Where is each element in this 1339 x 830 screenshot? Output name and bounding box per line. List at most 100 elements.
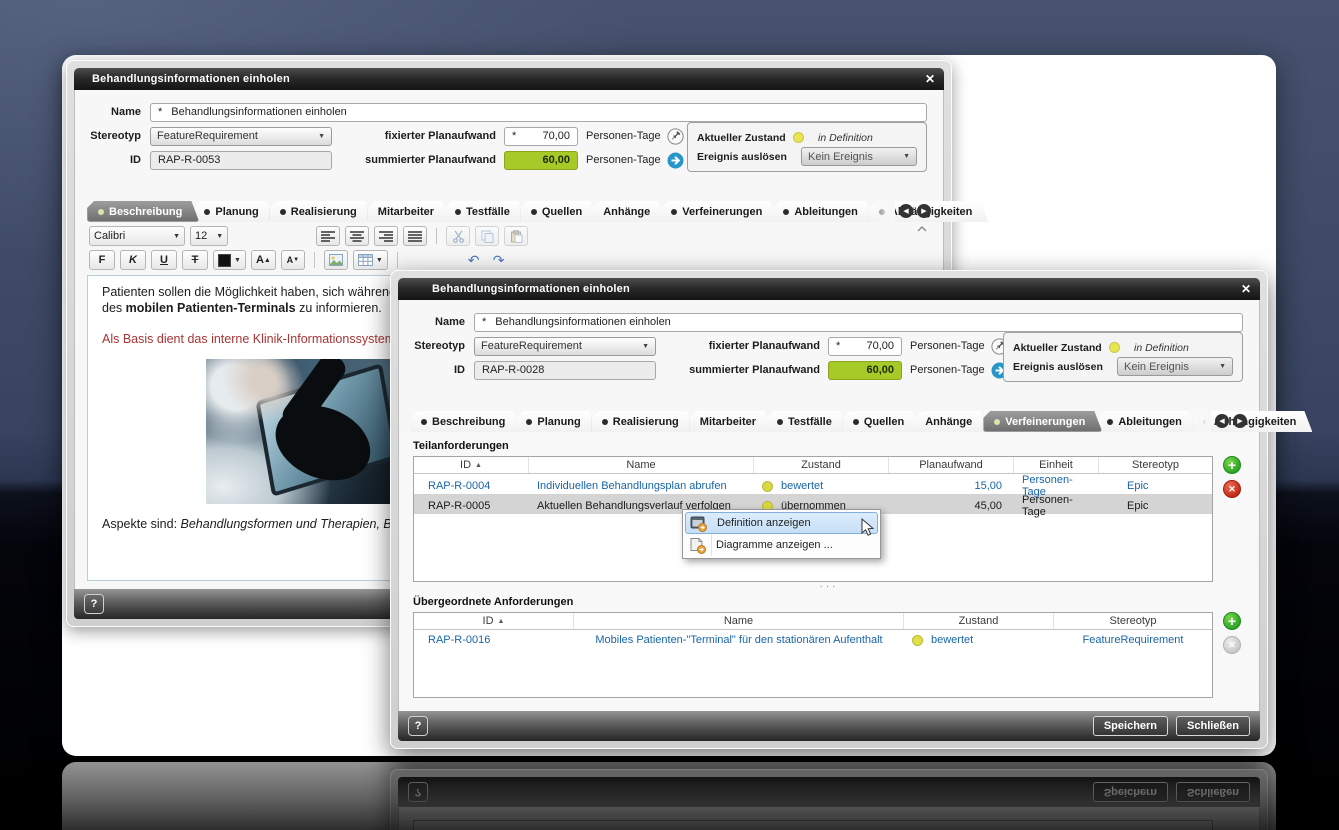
state-groupbox: Aktueller Zustand in Definition Ereignis… xyxy=(687,122,927,172)
underline-button[interactable]: U xyxy=(151,250,177,270)
navigate-arrow-icon[interactable] xyxy=(667,152,684,169)
tab-quellen[interactable]: Quellen xyxy=(843,411,920,432)
pin-icon[interactable] xyxy=(667,127,684,145)
state-groupbox: Aktueller Zustand in Definition Ereignis… xyxy=(1003,332,1243,382)
stereotyp-select[interactable]: FeatureRequirement ▼ xyxy=(150,126,332,146)
titlebar[interactable]: Behandlungsinformationen einholen ✕ xyxy=(74,68,944,90)
col-header-einheit[interactable]: Einheit xyxy=(1014,457,1099,473)
fixierter-input[interactable]: * 70,00 xyxy=(504,126,578,146)
remove-uebergeordnete-button-disabled: ✕ xyxy=(1223,636,1241,654)
menu-item-definition-anzeigen[interactable]: Definition anzeigen xyxy=(685,512,878,534)
help-button[interactable]: ? xyxy=(84,594,104,614)
schliessen-button[interactable]: Schließen xyxy=(1176,715,1250,737)
tab-planung[interactable]: Planung xyxy=(194,201,274,222)
tab-verfeinerungen[interactable]: Verfeinerungen xyxy=(661,201,778,222)
ereignis-select[interactable]: Kein Ereignis ▼ xyxy=(801,147,917,166)
justify-icon[interactable] xyxy=(403,226,427,246)
decrease-font-button[interactable]: A ▼ xyxy=(280,250,305,270)
window-body: Name * Behandlungsinformationen einholen… xyxy=(398,300,1260,711)
tab-verfeinerungen[interactable]: Verfeinerungen xyxy=(983,411,1102,432)
col-header-planaufwand[interactable]: Planaufwand xyxy=(889,457,1014,473)
undo-icon[interactable]: ↶ xyxy=(468,252,488,269)
table-row[interactable]: RAP-R-0004 Individuellen Behandlungsplan… xyxy=(414,474,1212,498)
col-header-zustand[interactable]: Zustand xyxy=(904,613,1054,629)
tab-mitarbeiter[interactable]: Mitarbeiter xyxy=(690,411,772,432)
titlebar[interactable]: Behandlungsinformationen einholen ✕ xyxy=(398,278,1260,300)
paste-icon[interactable] xyxy=(504,226,528,246)
copy-icon[interactable] xyxy=(475,226,499,246)
content-dot xyxy=(1107,419,1113,425)
align-right-icon[interactable] xyxy=(374,226,398,246)
tab-testfaelle[interactable]: Testfälle xyxy=(445,201,526,222)
tab-mitarbeiter[interactable]: Mitarbeiter xyxy=(368,201,450,222)
content-dot xyxy=(98,209,104,215)
tab-testfaelle[interactable]: Testfälle xyxy=(767,411,848,432)
col-header-stereotyp[interactable]: Stereotyp xyxy=(1054,613,1212,629)
zustand-label: Aktueller Zustand xyxy=(697,131,786,144)
tab-content-verfeinerungen: Teilanforderungen ID ▲ Name Zustand Plana… xyxy=(399,432,1259,711)
font-color-button[interactable]: ▼ xyxy=(213,250,246,270)
tabs-scroll-right-icon[interactable]: ▶ xyxy=(917,204,931,218)
content-dot xyxy=(602,419,608,425)
menu-item-diagramme-anzeigen[interactable]: Diagramme anzeigen ... xyxy=(685,534,878,556)
strikethrough-button[interactable]: T xyxy=(182,250,208,270)
fixierter-input[interactable]: * 70,00 xyxy=(828,336,902,356)
collapse-toolbar-icon[interactable] xyxy=(917,226,927,232)
bold-button[interactable]: F xyxy=(89,250,115,270)
col-header-id[interactable]: ID ▲ xyxy=(414,613,574,629)
align-center-icon[interactable] xyxy=(345,226,369,246)
italic-button[interactable]: K xyxy=(120,250,146,270)
tab-ableitungen[interactable]: Ableitungen xyxy=(773,201,874,222)
redo-icon[interactable]: ↷ xyxy=(493,252,513,269)
close-icon[interactable]: ✕ xyxy=(1241,283,1251,295)
tab-anhaenge[interactable]: Anhänge xyxy=(593,201,666,222)
chevron-down-icon: ▼ xyxy=(642,342,649,350)
tab-realisierung[interactable]: Realisierung xyxy=(270,201,373,222)
chevron-down-icon: ▼ xyxy=(1219,363,1226,370)
uebergeordnete-table[interactable]: ID ▲ Name Zustand Stereotyp RAP-R-0016 Mo… xyxy=(413,612,1213,698)
tab-beschreibung[interactable]: Beschreibung xyxy=(411,411,521,432)
splitter-handle[interactable]: ··· xyxy=(413,582,1245,594)
tab-quellen[interactable]: Quellen xyxy=(521,201,598,222)
increase-font-button[interactable]: A ▲ xyxy=(250,250,276,270)
tab-anhaenge[interactable]: Anhänge xyxy=(915,411,988,432)
table-header-row[interactable]: ID ▲ Name Zustand Planaufwand Einheit Ste… xyxy=(414,457,1212,474)
name-input[interactable]: * Behandlungsinformationen einholen xyxy=(150,102,927,122)
chevron-down-icon: ▼ xyxy=(173,232,180,240)
remove-teilanforderung-button[interactable]: ✕ xyxy=(1223,480,1241,498)
add-uebergeordnete-button[interactable]: + xyxy=(1223,612,1241,630)
content-dot xyxy=(853,419,859,425)
close-icon[interactable]: ✕ xyxy=(925,73,935,85)
ereignis-select[interactable]: Kein Ereignis ▼ xyxy=(1117,357,1233,376)
help-button[interactable]: ? xyxy=(408,716,428,736)
font-family-select[interactable]: Calibri ▼ xyxy=(89,226,185,246)
tabstrip: Beschreibung Planung Realisierung Mitarb… xyxy=(87,201,933,222)
col-header-id[interactable]: ID ▲ xyxy=(414,457,529,473)
insert-table-icon[interactable]: ▼ xyxy=(352,250,388,270)
col-header-name[interactable]: Name xyxy=(574,613,904,629)
col-header-zustand[interactable]: Zustand xyxy=(754,457,889,473)
content-dot xyxy=(671,209,677,215)
table-row[interactable]: RAP-R-0016 Mobiles Patienten-"Terminal" … xyxy=(414,630,1212,650)
col-header-name[interactable]: Name xyxy=(529,457,754,473)
tab-planung[interactable]: Planung xyxy=(516,411,596,432)
content-dot xyxy=(994,419,1000,425)
insert-image-icon[interactable] xyxy=(323,250,348,270)
align-left-icon[interactable] xyxy=(316,226,340,246)
speichern-button[interactable]: Speichern xyxy=(1092,715,1169,737)
tabs-scroll-left-icon[interactable]: ◀ xyxy=(899,204,913,218)
table-header-row[interactable]: ID ▲ Name Zustand Stereotyp xyxy=(414,613,1212,630)
name-input[interactable]: * Behandlungsinformationen einholen xyxy=(474,312,1243,332)
content-dot xyxy=(777,419,783,425)
tab-beschreibung[interactable]: Beschreibung xyxy=(87,201,199,222)
stereotyp-select[interactable]: FeatureRequirement ▼ xyxy=(474,336,656,356)
tab-realisierung[interactable]: Realisierung xyxy=(592,411,695,432)
tabs-scroll-right-icon[interactable]: ▶ xyxy=(1233,414,1247,428)
summierter-label: summierter Planaufwand xyxy=(689,364,820,376)
col-header-stereotyp[interactable]: Stereotyp xyxy=(1099,457,1212,473)
tabs-scroll-left-icon[interactable]: ◀ xyxy=(1215,414,1229,428)
cut-icon[interactable] xyxy=(446,226,470,246)
window-title: Behandlungsinformationen einholen xyxy=(432,283,630,295)
add-teilanforderung-button[interactable]: + xyxy=(1223,456,1241,474)
font-size-select[interactable]: 12 ▼ xyxy=(190,226,228,246)
